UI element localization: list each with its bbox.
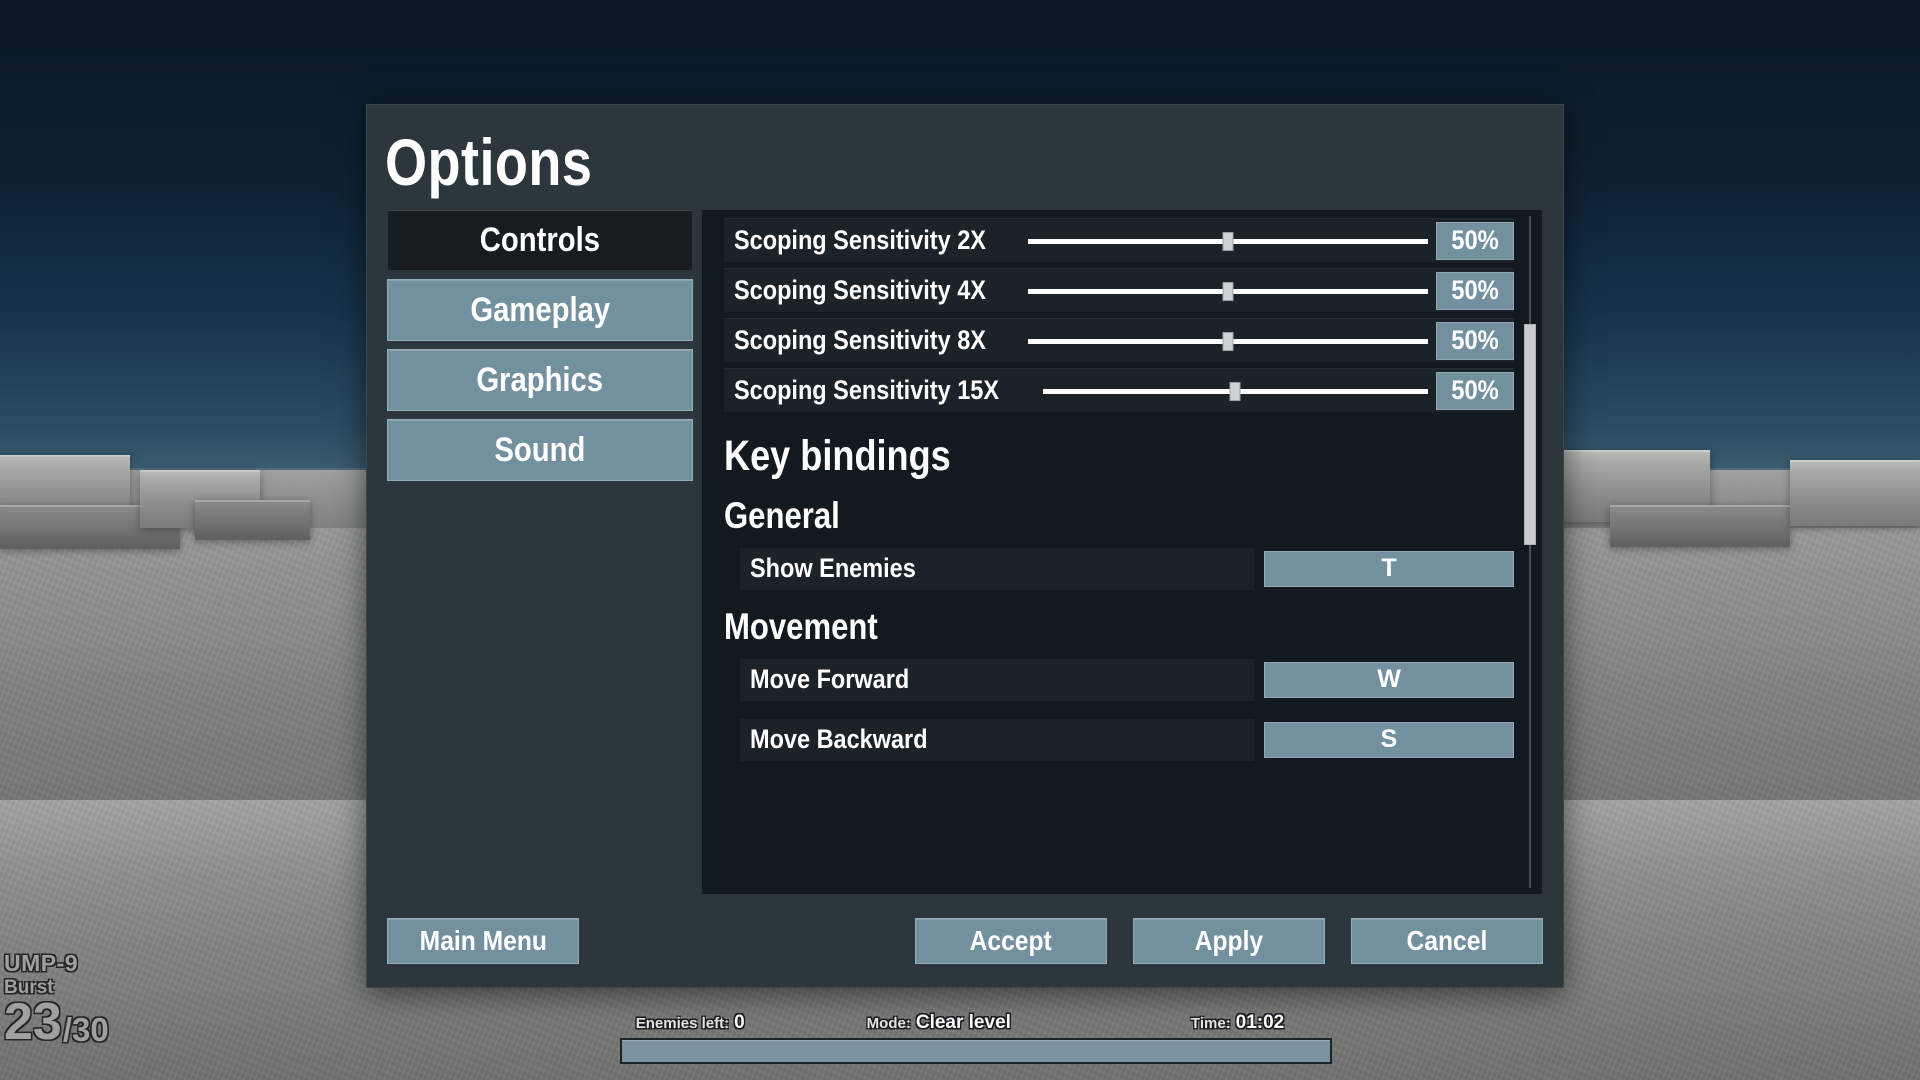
binding-label: Move Backward <box>740 718 1254 761</box>
cancel-button[interactable]: Cancel <box>1351 918 1543 964</box>
settings-scrollbar[interactable] <box>1524 216 1536 888</box>
hud-progress-bar <box>620 1038 1332 1064</box>
sidebar: Controls Gameplay Graphics Sound <box>387 209 693 895</box>
binding-row-show-enemies: Show Enemies T <box>740 547 1514 590</box>
time-value: 01:02 <box>1235 1012 1285 1033</box>
sidebar-item-sound-label: Sound <box>494 430 586 469</box>
group-header-general: General <box>724 495 840 537</box>
binding-label: Move Forward <box>740 658 1254 701</box>
scoping-8x-value: 50% <box>1436 321 1514 360</box>
binding-label: Show Enemies <box>740 547 1254 590</box>
main-menu-button[interactable]: Main Menu <box>387 918 579 964</box>
sidebar-item-graphics[interactable]: Graphics <box>387 349 693 411</box>
settings-panel: Scoping Sensitivity 2X 50% Scoping Sensi… <box>701 209 1543 895</box>
sidebar-item-controls[interactable]: Controls <box>387 209 693 271</box>
setting-label: Scoping Sensitivity 4X <box>734 275 986 305</box>
scoping-15x-slider[interactable] <box>1042 379 1428 403</box>
scoping-8x-slider[interactable] <box>1027 329 1428 353</box>
weapon-name: UMP-9 <box>4 950 79 977</box>
accept-button[interactable]: Accept <box>915 918 1107 964</box>
setting-row-scoping-4x: Scoping Sensitivity 4X 50% <box>724 268 1514 312</box>
options-dialog: Options Controls Gameplay Graphics Sound… <box>366 104 1564 988</box>
dialog-body: Controls Gameplay Graphics Sound Scoping… <box>367 195 1563 895</box>
scoping-4x-value: 50% <box>1436 271 1514 310</box>
scoping-2x-slider[interactable] <box>1027 229 1428 253</box>
setting-row-scoping-8x: Scoping Sensitivity 8X 50% <box>724 318 1514 362</box>
binding-row-move-forward: Move Forward W <box>740 658 1514 701</box>
slider-thumb[interactable] <box>1222 231 1234 251</box>
binding-key-move-backward[interactable]: S <box>1264 721 1514 758</box>
binding-key-move-forward[interactable]: W <box>1264 661 1514 698</box>
settings-scroll-area: Scoping Sensitivity 2X 50% Scoping Sensi… <box>702 210 1524 894</box>
setting-label: Scoping Sensitivity 8X <box>734 325 986 355</box>
slider-thumb[interactable] <box>1222 281 1234 301</box>
slider-thumb[interactable] <box>1229 381 1241 401</box>
barrier-right-2 <box>1610 505 1790 547</box>
barrier-left-4 <box>195 500 310 540</box>
enemies-left-value: 0 <box>734 1012 745 1033</box>
time-label: Time: <box>1190 1015 1231 1032</box>
setting-label: Scoping Sensitivity 15X <box>734 375 999 405</box>
sidebar-item-controls-label: Controls <box>479 220 601 259</box>
dialog-footer: Main Menu Accept Apply Cancel <box>367 895 1563 987</box>
enemies-left-label: Enemies left: <box>635 1015 730 1032</box>
key-bindings-header: Key bindings <box>724 432 951 480</box>
hud-status-bar: Enemies left: 0 Mode: Clear level Time: … <box>0 1012 1920 1034</box>
scrollbar-thumb[interactable] <box>1524 323 1536 546</box>
game-mode: Mode: Clear level <box>867 1012 1011 1034</box>
mode-value: Clear level <box>915 1012 1011 1033</box>
slider-thumb[interactable] <box>1222 331 1234 351</box>
sidebar-item-gameplay[interactable]: Gameplay <box>387 279 693 341</box>
scrollbar-rail <box>1529 216 1531 888</box>
setting-row-scoping-15x: Scoping Sensitivity 15X 50% <box>724 368 1514 412</box>
binding-key-show-enemies[interactable]: T <box>1264 550 1514 587</box>
sidebar-item-sound[interactable]: Sound <box>387 419 693 481</box>
scoping-2x-value: 50% <box>1436 221 1514 260</box>
sidebar-item-graphics-label: Graphics <box>476 360 604 399</box>
scoping-4x-slider[interactable] <box>1027 279 1428 303</box>
group-header-movement: Movement <box>724 605 878 647</box>
binding-row-move-backward: Move Backward S <box>740 718 1514 761</box>
apply-button[interactable]: Apply <box>1133 918 1325 964</box>
barrier-right-3 <box>1790 460 1920 526</box>
sidebar-item-gameplay-label: Gameplay <box>470 290 610 329</box>
setting-row-scoping-2x: Scoping Sensitivity 2X 50% <box>724 218 1514 262</box>
setting-label: Scoping Sensitivity 2X <box>734 225 986 255</box>
time-remaining: Time: 01:02 <box>1191 1012 1284 1034</box>
page-title: Options <box>385 125 593 199</box>
scoping-15x-value: 50% <box>1436 371 1514 410</box>
mode-label: Mode: <box>866 1015 911 1032</box>
enemies-left: Enemies left: 0 <box>636 1012 745 1034</box>
